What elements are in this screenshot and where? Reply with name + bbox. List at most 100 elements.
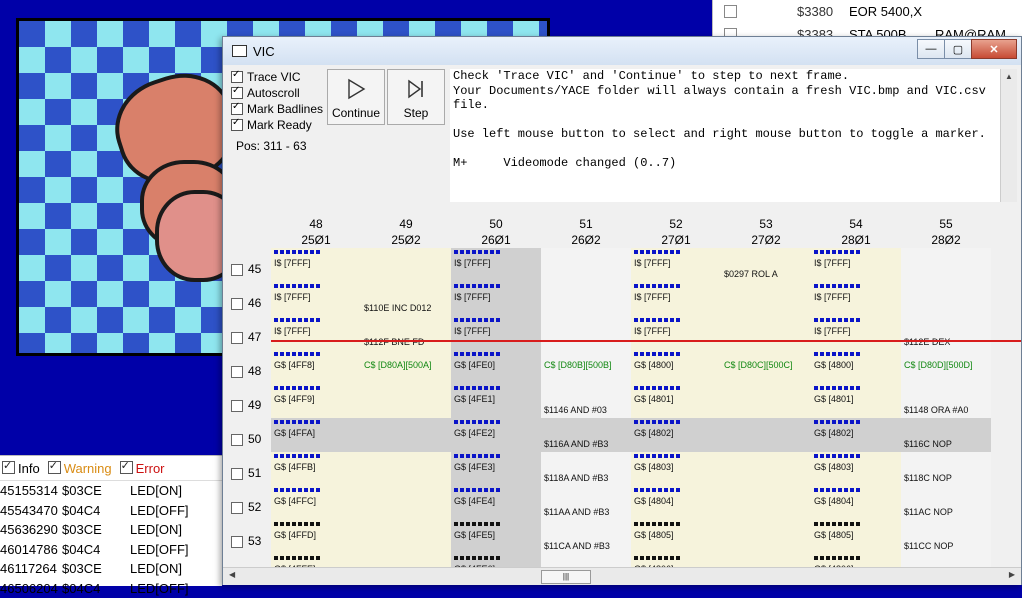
log-filter-info[interactable]: Info: [2, 461, 40, 476]
trace-cell[interactable]: G$ [4FE2]: [451, 418, 541, 452]
trace-cell[interactable]: G$ [4FE3]: [451, 452, 541, 486]
trace-cell[interactable]: I$ [7FFF]: [271, 316, 361, 350]
trace-cell[interactable]: I$ [7FFF]: [451, 282, 541, 316]
trace-cell[interactable]: [901, 282, 991, 316]
trace-cell[interactable]: [541, 316, 631, 350]
trace-cell[interactable]: [721, 282, 811, 316]
trace-cell[interactable]: [541, 248, 631, 282]
row-label[interactable]: 52: [231, 486, 261, 520]
trace-cell[interactable]: I$ [7FFF]: [451, 248, 541, 282]
row-checkbox[interactable]: [231, 536, 243, 548]
option-trace-vic[interactable]: Trace VIC: [231, 69, 323, 85]
option-mark-badlines[interactable]: Mark Badlines: [231, 101, 323, 117]
row-label[interactable]: 51: [231, 452, 261, 486]
trace-cell[interactable]: I$ [7FFF]: [811, 282, 901, 316]
minimize-button[interactable]: —: [917, 39, 945, 59]
checkbox[interactable]: [231, 119, 243, 131]
trace-cell[interactable]: $11EC TAX: [901, 554, 991, 568]
log-filter-error[interactable]: Error: [120, 461, 165, 476]
close-button[interactable]: ✕: [971, 39, 1017, 59]
trace-cell[interactable]: [361, 554, 451, 568]
row-checkbox[interactable]: [231, 332, 243, 344]
row-checkbox[interactable]: [231, 502, 243, 514]
trace-cell[interactable]: G$ [4FE6]: [451, 554, 541, 568]
option-mark-ready[interactable]: Mark Ready: [231, 117, 323, 133]
trace-cell[interactable]: [721, 384, 811, 418]
log-filter-warning[interactable]: Warning: [48, 461, 112, 476]
message-scrollbar[interactable]: ▲: [1000, 69, 1017, 202]
trace-cell[interactable]: G$ [4803]: [811, 452, 901, 486]
trace-cell[interactable]: [721, 452, 811, 486]
trace-cell[interactable]: G$ [4804]: [811, 486, 901, 520]
trace-cell[interactable]: I$ [7FFF]: [451, 316, 541, 350]
trace-cell[interactable]: I$ [7FFF]: [271, 248, 361, 282]
disasm-row[interactable]: $3380EOR 5400,X: [713, 0, 1022, 23]
trace-cell[interactable]: G$ [4806]: [631, 554, 721, 568]
trace-cell[interactable]: $1148 ORA #A0: [901, 384, 991, 418]
scrollbar-thumb[interactable]: |||: [541, 570, 591, 584]
trace-cell[interactable]: $11AA AND #B3: [541, 486, 631, 520]
trace-cell[interactable]: G$ [4805]: [631, 520, 721, 554]
checkbox[interactable]: [231, 71, 243, 83]
trace-cell[interactable]: G$ [4803]: [631, 452, 721, 486]
trace-cell[interactable]: G$ [4FFA]: [271, 418, 361, 452]
continue-button[interactable]: Continue: [327, 69, 385, 125]
trace-cell[interactable]: [361, 418, 451, 452]
trace-cell[interactable]: $118C NOP: [901, 452, 991, 486]
scroll-right-icon[interactable]: ▶: [1009, 570, 1015, 579]
row-label[interactable]: 48: [231, 350, 261, 384]
title-bar[interactable]: VIC — ▢ ✕: [223, 37, 1021, 65]
row-label[interactable]: 47: [231, 316, 261, 350]
trace-cell[interactable]: G$ [4806]: [811, 554, 901, 568]
row-label[interactable]: 49: [231, 384, 261, 418]
trace-cell[interactable]: [361, 520, 451, 554]
trace-cell[interactable]: $11EA AND #B3: [541, 554, 631, 568]
option-autoscroll[interactable]: Autoscroll: [231, 85, 323, 101]
trace-cell[interactable]: $110E INC D012: [361, 282, 451, 316]
trace-cell[interactable]: G$ [4FFD]: [271, 520, 361, 554]
trace-cell[interactable]: G$ [4FE4]: [451, 486, 541, 520]
trace-cell[interactable]: [721, 520, 811, 554]
trace-cell[interactable]: C$ [D80C][500C]: [721, 350, 811, 384]
trace-cell[interactable]: $112E DEX: [901, 316, 991, 350]
step-button[interactable]: Step: [387, 69, 445, 125]
trace-cell[interactable]: G$ [4802]: [631, 418, 721, 452]
trace-cell[interactable]: I$ [7FFF]: [631, 316, 721, 350]
trace-cell[interactable]: G$ [4800]: [631, 350, 721, 384]
trace-cell[interactable]: $118A AND #B3: [541, 452, 631, 486]
trace-cell[interactable]: G$ [4FF9]: [271, 384, 361, 418]
row-label[interactable]: 54: [231, 554, 261, 568]
trace-cell[interactable]: G$ [4805]: [811, 520, 901, 554]
row-label[interactable]: 45: [231, 248, 261, 282]
trace-cell[interactable]: G$ [4802]: [811, 418, 901, 452]
trace-cell[interactable]: I$ [7FFF]: [811, 248, 901, 282]
trace-cell[interactable]: I$ [7FFF]: [811, 316, 901, 350]
trace-cell[interactable]: G$ [4FFC]: [271, 486, 361, 520]
trace-cell[interactable]: $1146 AND #03: [541, 384, 631, 418]
row-checkbox[interactable]: [231, 434, 243, 446]
trace-cell[interactable]: G$ [4FF8]: [271, 350, 361, 384]
horizontal-scrollbar[interactable]: ◀ ||| ▶: [223, 567, 1021, 585]
trace-cell[interactable]: [361, 486, 451, 520]
trace-cell[interactable]: G$ [4FE1]: [451, 384, 541, 418]
trace-cell[interactable]: G$ [4FE0]: [451, 350, 541, 384]
trace-cell[interactable]: [721, 316, 811, 350]
trace-cell[interactable]: $116A AND #B3: [541, 418, 631, 452]
row-checkbox[interactable]: [231, 298, 243, 310]
checkbox[interactable]: [231, 87, 243, 99]
scroll-left-icon[interactable]: ◀: [229, 570, 235, 579]
checkbox[interactable]: [120, 461, 133, 474]
maximize-button[interactable]: ▢: [944, 39, 972, 59]
trace-cell[interactable]: $11AC NOP: [901, 486, 991, 520]
trace-cell[interactable]: [361, 248, 451, 282]
trace-cell[interactable]: $0297 ROL A: [721, 248, 811, 282]
trace-cell[interactable]: [721, 418, 811, 452]
trace-cell[interactable]: [361, 384, 451, 418]
row-label[interactable]: 50: [231, 418, 261, 452]
row-checkbox[interactable]: [231, 468, 243, 480]
trace-cell[interactable]: [361, 452, 451, 486]
trace-cell[interactable]: $112F BNE FD: [361, 316, 451, 350]
trace-cell[interactable]: [721, 486, 811, 520]
trace-cell[interactable]: G$ [4FFE]: [271, 554, 361, 568]
row-checkbox[interactable]: [231, 264, 243, 276]
